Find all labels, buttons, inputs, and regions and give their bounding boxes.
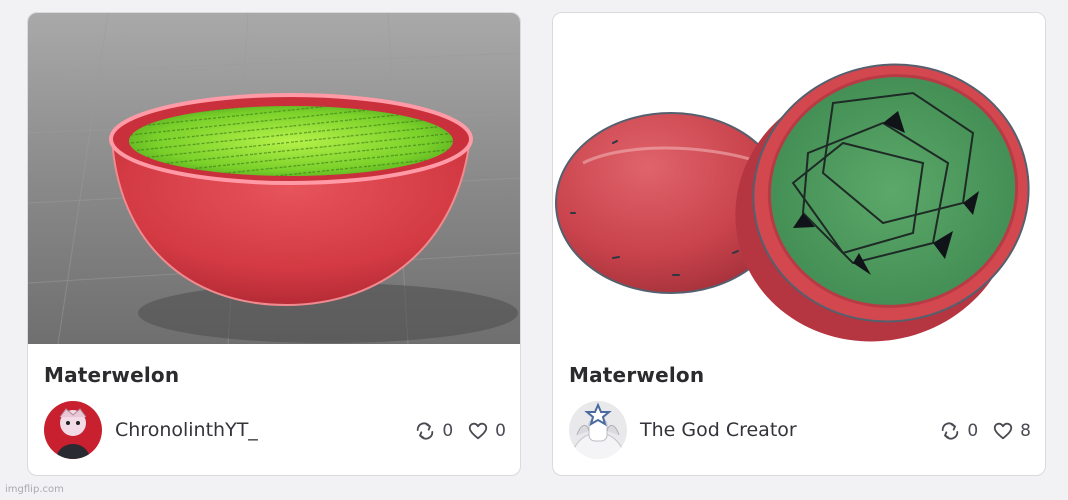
like-stat[interactable]: 8: [992, 420, 1031, 442]
creation-title[interactable]: Materwelon: [44, 363, 179, 387]
creation-title[interactable]: Materwelon: [569, 363, 704, 387]
melon-3d-thumbnail[interactable]: [28, 13, 520, 344]
like-count: 8: [1020, 421, 1031, 441]
remix-count: 0: [967, 421, 979, 441]
like-count: 0: [495, 421, 506, 441]
remix-stat[interactable]: 0: [939, 420, 978, 442]
heart-icon: [994, 422, 1013, 440]
creation-card-2[interactable]: Materwelon The God Creator 0 8: [552, 12, 1046, 476]
heart-icon: [469, 422, 488, 440]
remix-icon: [417, 422, 434, 440]
remix-stat[interactable]: 0: [414, 420, 453, 442]
creator-name[interactable]: ChronolinthYT_: [115, 419, 258, 441]
watermark: imgflip.com: [5, 484, 64, 495]
creator-avatar[interactable]: [569, 401, 627, 459]
like-stat[interactable]: 0: [467, 420, 506, 442]
stats-bar: 0 0: [414, 420, 506, 442]
remix-count: 0: [442, 421, 454, 441]
creator-name[interactable]: The God Creator: [640, 419, 797, 441]
stats-bar: 0 8: [939, 420, 1031, 442]
melon-3d-thumbnail[interactable]: [553, 13, 1045, 344]
creation-card-1[interactable]: Materwelon ChronolinthYT_ 0 0: [27, 12, 521, 476]
remix-icon: [942, 422, 959, 440]
creator-avatar[interactable]: [44, 401, 102, 459]
